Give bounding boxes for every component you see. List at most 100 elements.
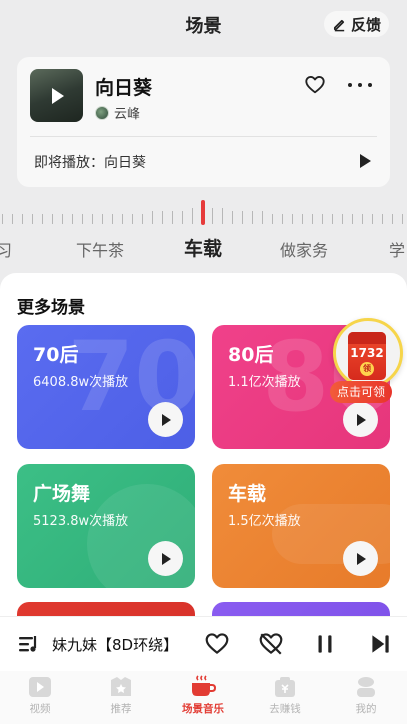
heart-icon[interactable] [204,631,230,657]
nav-item-profile[interactable]: 我的 [326,671,406,716]
ruler-tick [372,214,373,224]
video-icon [27,675,53,699]
playlist-icon[interactable] [17,633,39,655]
scene-card-70s[interactable]: 70 70后 6408.8w次播放 [17,325,195,449]
ruler-tick [72,214,73,224]
scene-tab-housework[interactable]: 做家务 [280,237,328,261]
nav-label: 我的 [355,703,377,715]
ruler-tick [312,214,313,224]
ruler-tick [332,214,333,224]
ruler-tick [122,214,123,224]
earn-icon [272,675,298,699]
ruler-tick [22,214,23,224]
next-track-icon[interactable] [367,631,393,657]
ruler-tick [302,214,303,224]
ruler-tick [12,214,13,224]
card-play-button[interactable] [148,541,183,576]
play-icon [357,552,366,565]
card-play-button[interactable] [148,402,183,437]
card-subtitle: 1.5亿次播放 [228,514,301,529]
card-title: 车载 [228,483,267,505]
album-cover[interactable] [30,69,83,122]
divider [30,136,377,137]
ruler-marker [201,200,205,225]
ruler-tick [82,214,83,224]
feedback-label: 反馈 [350,15,381,34]
more-options-icon[interactable] [348,75,372,95]
ruler-tick [352,214,353,224]
ruler-tick [162,211,163,224]
coffee-icon [190,675,216,699]
play-icon [162,413,171,426]
nav-label: 场景音乐 [182,703,224,715]
scene-card-car[interactable]: 车载 1.5亿次播放 [212,464,390,588]
reward-badge[interactable]: 1732 领 点击可领 [330,318,407,406]
nav-item-earn[interactable]: 去赚钱 [245,671,325,716]
card-subtitle: 1.1亿次播放 [228,375,301,390]
ruler-tick [322,214,323,224]
scene-tabs: 习 下午茶 车载 做家务 学 [0,234,407,264]
ruler-tick [242,211,243,224]
play-icon [52,87,64,104]
ruler-tick [222,208,223,224]
reward-amount: 1732 [350,346,384,360]
card-play-button[interactable] [343,541,378,576]
ruler-tick [142,214,143,224]
play-icon [357,413,366,426]
scene-card-square-dance[interactable]: 广场舞 5123.8w次播放 [17,464,195,588]
ruler-tick [172,211,173,224]
song-title: 向日葵 [95,77,153,99]
up-next-label: 即将播放：向日葵 [34,155,146,171]
ruler-tick [112,214,113,224]
ruler-tick [92,214,93,224]
ruler-tick [382,214,383,224]
nav-item-video[interactable]: 视频 [0,671,80,716]
header: 场景 反馈 [0,0,407,50]
ruler-tick [232,211,233,224]
scene-tab-learn[interactable]: 学 [389,237,405,261]
artist-info[interactable]: 云峰 [95,103,140,122]
ruler-tick [262,211,263,224]
ruler-tick [52,214,53,224]
ruler-tick [252,211,253,224]
ruler-tick [342,214,343,224]
ruler-tick [152,211,153,224]
artist-avatar [95,105,109,120]
heart-icon[interactable] [304,74,326,96]
claim-reward-button[interactable]: 点击可领 [330,381,392,403]
card-title: 广场舞 [33,483,91,505]
ruler-tick [102,214,103,224]
up-next-play-icon[interactable] [360,154,371,168]
scene-tab-car[interactable]: 车载 [184,234,222,261]
ruler-tick [272,214,273,224]
card-subtitle: 6408.8w次播放 [33,375,129,390]
ruler-tick [212,208,213,224]
nav-label: 视频 [29,703,51,715]
card-subtitle: 5123.8w次播放 [33,514,129,529]
ruler-tick [292,214,293,224]
ruler-tick [182,211,183,224]
red-envelope-flap [348,332,386,344]
ruler-tick [282,214,283,224]
scene-tab-afternoon-tea[interactable]: 下午茶 [76,237,124,261]
now-playing-card[interactable]: 向日葵 云峰 即将播放：向日葵 [17,57,390,187]
mini-player-title: 妹九妹【8D环绕】舌 [52,636,172,654]
bottom-nav: 视频 推荐 场景音乐 去赚钱 我的 [0,671,407,724]
scene-tab-study[interactable]: 习 [0,237,12,261]
pause-icon[interactable] [312,631,338,657]
ruler-tick [362,214,363,224]
nav-item-recommend[interactable]: 推荐 [81,671,161,716]
card-title: 70后 [33,344,79,366]
card-play-button[interactable] [343,402,378,437]
dislike-icon[interactable] [258,631,284,657]
artist-name: 云峰 [114,107,141,122]
ruler-tick [392,214,393,224]
nav-label: 去赚钱 [269,703,301,715]
nav-item-scene-music[interactable]: 场景音乐 [163,671,243,716]
ruler-tick [2,214,3,224]
feedback-button[interactable]: 反馈 [323,11,389,37]
profile-icon [353,675,379,699]
mini-player[interactable]: 妹九妹【8D环绕】舌 [0,616,407,671]
card-title: 80后 [228,344,274,366]
ruler-tick [402,214,403,224]
